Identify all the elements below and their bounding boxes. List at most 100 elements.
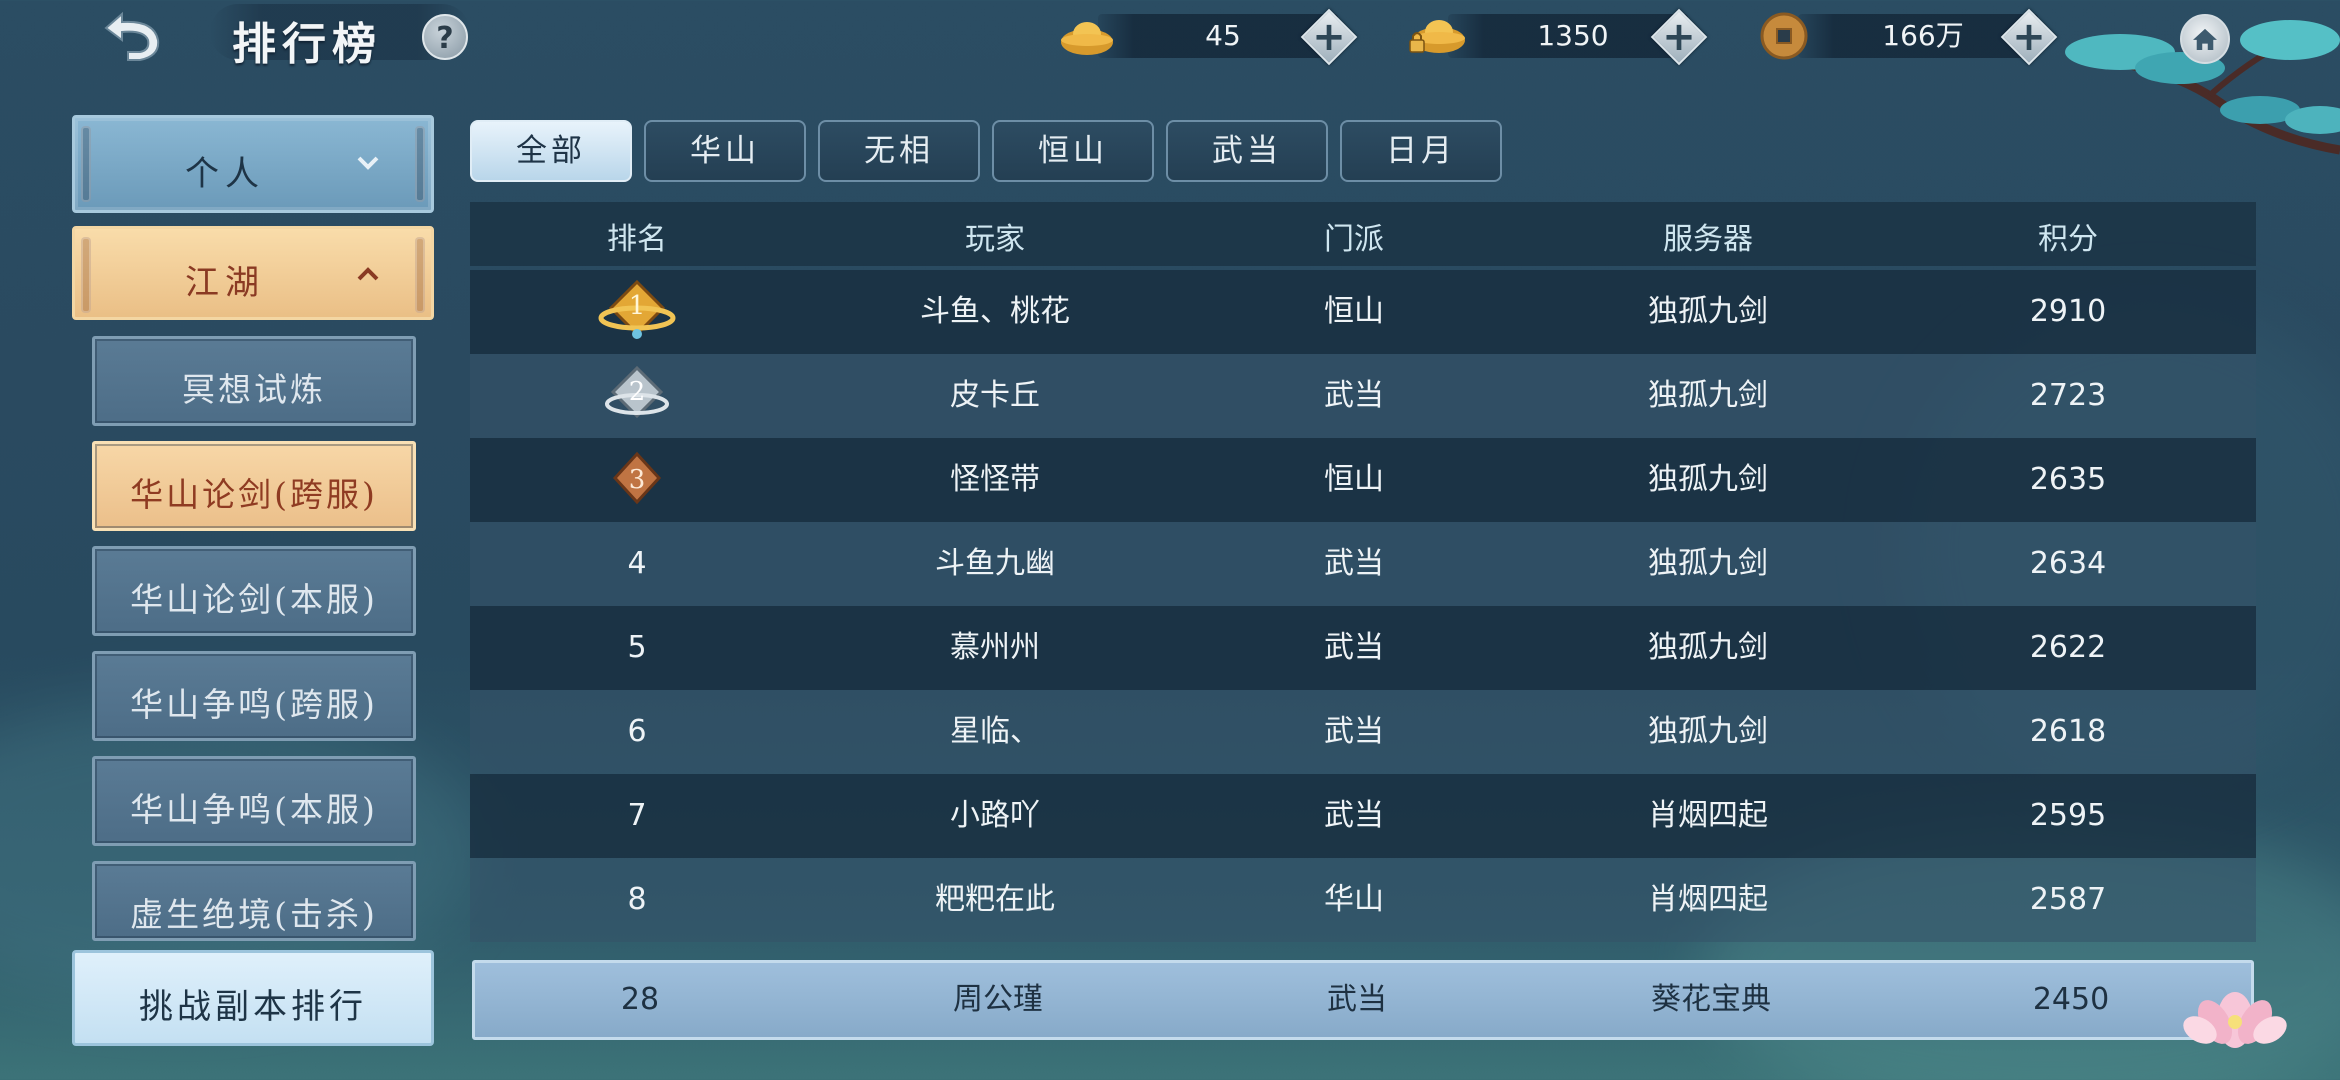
my-server: 葵花宝典 (1651, 982, 1771, 1017)
server-name: 独孤九剑 (1648, 714, 1768, 749)
gold-medal-icon: 1 (598, 279, 676, 339)
my-sect: 武当 (1327, 982, 1387, 1017)
currency-locked-gold: 1350 + (1408, 8, 1708, 66)
score-value: 2634 (2029, 546, 2107, 581)
server-name: 独孤九剑 (1648, 462, 1768, 497)
category-personal[interactable]: 个人 (72, 115, 434, 213)
column-header-score: 积分 (2038, 222, 2098, 257)
tab-wuxiang[interactable]: 无相 (818, 120, 980, 182)
help-icon[interactable]: ? (422, 14, 468, 60)
bronze-medal-icon: 3 (612, 451, 662, 505)
sidebar-item-huashan-cross[interactable]: 华山论剑(跨服) (92, 441, 416, 531)
chevron-up-icon (357, 267, 379, 281)
table-row[interactable]: 4 斗鱼九幽 武当 独孤九剑 2634 (470, 522, 2256, 606)
sect-name: 武当 (1324, 714, 1384, 749)
table-row[interactable]: 6 星临、 武当 独孤九剑 2618 (470, 690, 2256, 774)
category-jianghu[interactable]: 江湖 (72, 226, 434, 320)
sidebar-item-label: 华山争鸣(跨服) (130, 685, 378, 724)
tab-hengshan[interactable]: 恒山 (992, 120, 1154, 182)
menu-bottom-label: 挑战副本排行 (139, 987, 367, 1027)
table-row[interactable]: 5 慕州州 武当 独孤九剑 2622 (470, 606, 2256, 690)
currency-value: 1350 (1537, 19, 1609, 52)
svg-text:2: 2 (629, 377, 646, 407)
score-value: 2595 (2029, 798, 2107, 833)
silver-medal-icon: 2 (605, 365, 669, 419)
lotus-decoration (2183, 992, 2287, 1048)
player-name: 皮卡丘 (950, 378, 1040, 413)
sidebar-item-label: 华山争鸣(本服) (130, 790, 378, 829)
server-name: 肖烟四起 (1648, 882, 1768, 917)
tab-huashan[interactable]: 华山 (644, 120, 806, 182)
table-header: 排名 玩家 门派 服务器 积分 (470, 202, 2256, 266)
svg-text:1: 1 (629, 291, 646, 321)
sidebar-item-huashan-contest-cross[interactable]: 华山争鸣(跨服) (92, 651, 416, 741)
table-row[interactable]: 2 皮卡丘 武当 独孤九剑 2723 (470, 354, 2256, 438)
locked-ingot-icon (1409, 20, 1465, 53)
my-ranking-row: 28 周公瑾 武当 葵花宝典 2450 (472, 960, 2254, 1040)
copper-coin-icon (1760, 12, 1808, 60)
player-name: 怪怪带 (950, 462, 1040, 497)
player-name: 斗鱼九幽 (935, 546, 1055, 581)
rank-value: 6 (627, 714, 647, 749)
add-locked-gold-button[interactable]: + (1650, 8, 1708, 66)
svg-text:3: 3 (629, 465, 646, 495)
player-name: 斗鱼、桃花 (920, 294, 1070, 329)
sidebar-item-xusheng[interactable]: 虚生绝境(击杀) (92, 861, 416, 941)
column-header-player: 玩家 (965, 222, 1025, 257)
table-row[interactable]: 1 斗鱼、桃花 恒山 独孤九剑 2910 (470, 270, 2256, 354)
table-row[interactable]: 7 小路吖 武当 肖烟四起 2595 (470, 774, 2256, 858)
table-row[interactable]: 3 怪怪带 恒山 独孤九剑 2635 (470, 438, 2256, 522)
challenge-dungeon-ranking[interactable]: 挑战副本排行 (72, 950, 434, 1046)
sidebar-item-label: 华山论剑(跨服) (130, 475, 378, 514)
category-label: 个人 (185, 154, 265, 194)
column-header-rank: 排名 (607, 222, 667, 257)
ranking-table: 1 斗鱼、桃花 恒山 独孤九剑 2910 2 皮卡丘 武当 独孤九剑 2723 … (470, 270, 2256, 942)
my-rank: 28 (620, 982, 660, 1017)
tab-riyue[interactable]: 日月 (1340, 120, 1502, 182)
sidebar-item-label: 冥想试炼 (182, 370, 326, 409)
server-name: 独孤九剑 (1648, 294, 1768, 329)
score-value: 2723 (2029, 378, 2107, 413)
rank-value: 5 (627, 630, 647, 665)
add-gold-button[interactable]: + (1300, 8, 1358, 66)
rank-value: 8 (627, 882, 647, 917)
currency-gold: 45 + (1058, 8, 1358, 66)
add-copper-button[interactable]: + (2000, 8, 2058, 66)
sidebar-item-huashan-local[interactable]: 华山论剑(本服) (92, 546, 416, 636)
sect-name: 恒山 (1324, 462, 1384, 497)
sect-name: 恒山 (1324, 294, 1384, 329)
home-icon[interactable] (2180, 14, 2230, 64)
my-player-name: 周公瑾 (953, 982, 1043, 1017)
currency-copper: 166万 + (1758, 8, 2058, 66)
sect-name: 武当 (1324, 630, 1384, 665)
back-arrow-icon[interactable] (88, 6, 168, 64)
tab-wudang[interactable]: 武当 (1166, 120, 1328, 182)
sect-name: 华山 (1324, 882, 1384, 917)
rank-value: 4 (627, 546, 647, 581)
server-name: 独孤九剑 (1648, 546, 1768, 581)
sect-name: 武当 (1324, 546, 1384, 581)
currency-value: 166万 (1882, 19, 1964, 52)
gold-ingot-icon (1061, 22, 1113, 55)
column-header-sect: 门派 (1324, 222, 1384, 257)
column-header-server: 服务器 (1663, 222, 1753, 257)
player-name: 粑粑在此 (935, 882, 1055, 917)
server-name: 独孤九剑 (1648, 378, 1768, 413)
server-name: 独孤九剑 (1648, 630, 1768, 665)
score-value: 2635 (2029, 462, 2107, 497)
player-name: 小路吖 (950, 798, 1040, 833)
currency-value: 45 (1205, 19, 1241, 52)
sidebar-item-meditation[interactable]: 冥想试炼 (92, 336, 416, 426)
table-row[interactable]: 8 粑粑在此 华山 肖烟四起 2587 (470, 858, 2256, 942)
category-label: 江湖 (185, 263, 265, 303)
sidebar-item-label: 虚生绝境(击杀) (130, 895, 378, 934)
page-title: 排行榜 (232, 19, 382, 70)
score-value: 2587 (2029, 882, 2107, 917)
sidebar-item-label: 华山论剑(本服) (130, 580, 378, 619)
tab-all[interactable]: 全部 (470, 120, 632, 182)
sidebar-item-huashan-contest-local[interactable]: 华山争鸣(本服) (92, 756, 416, 846)
sect-name: 武当 (1324, 798, 1384, 833)
score-value: 2618 (2029, 714, 2107, 749)
score-value: 2622 (2029, 630, 2107, 665)
server-name: 肖烟四起 (1648, 798, 1768, 833)
